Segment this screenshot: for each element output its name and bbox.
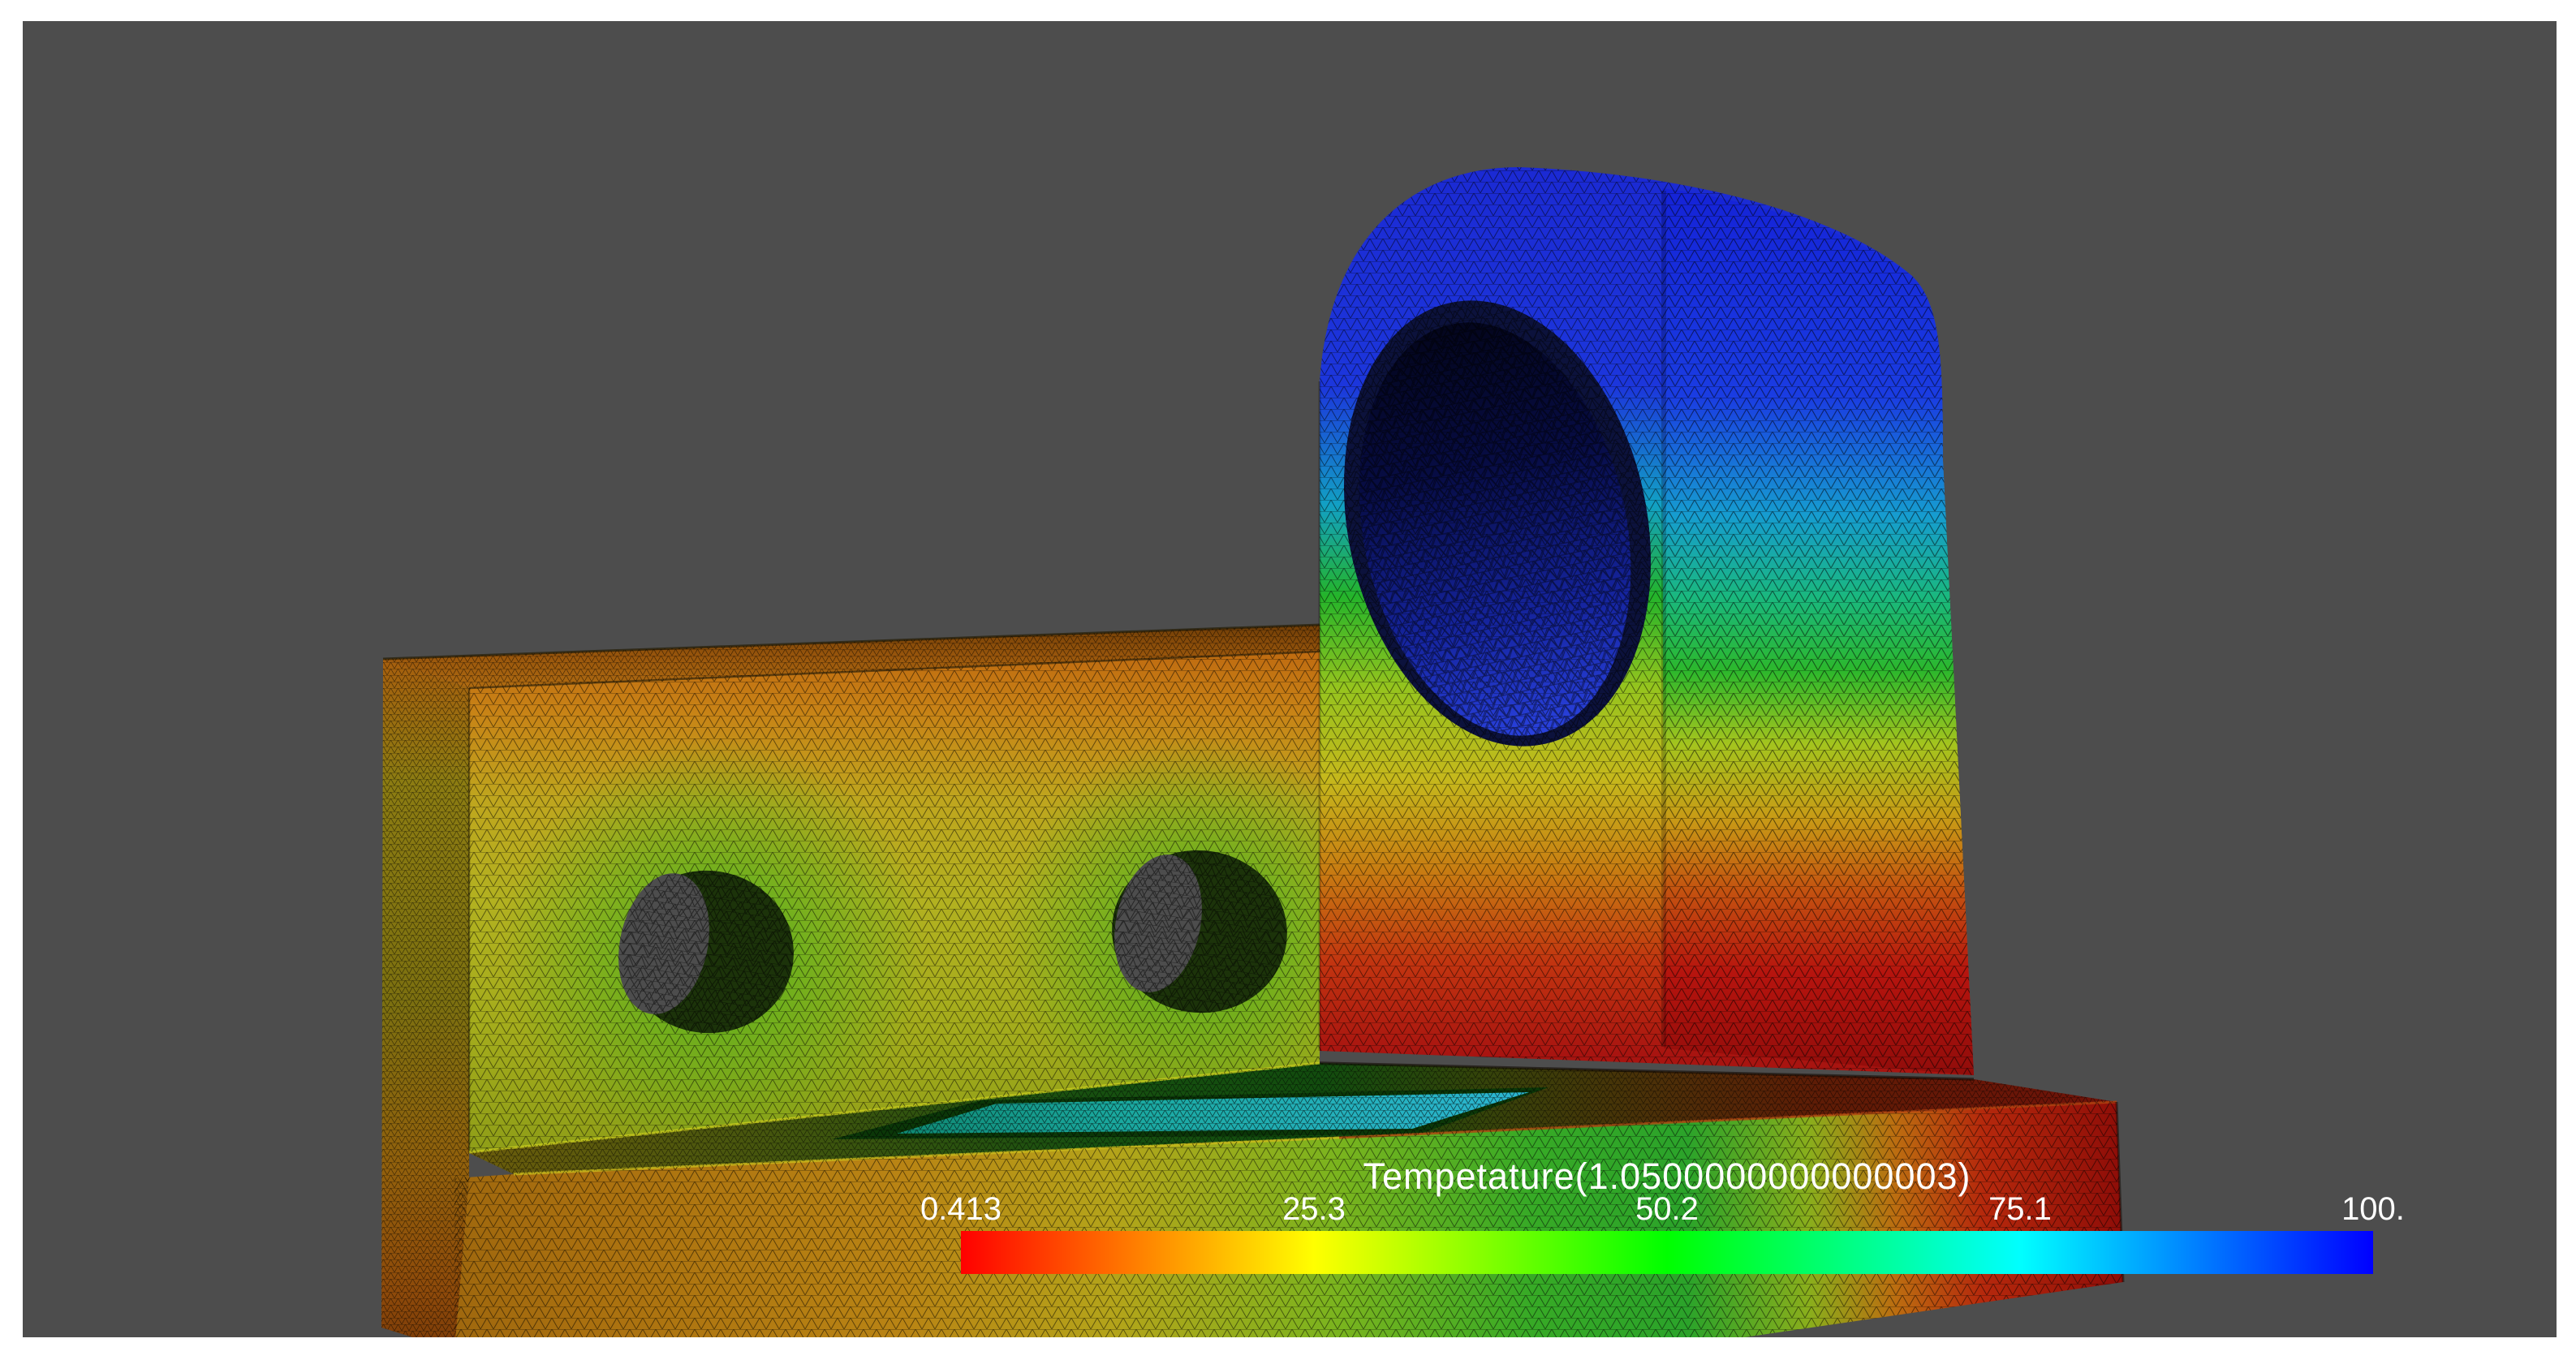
render-viewport[interactable] bbox=[23, 21, 2557, 1337]
scalar-bar-tick-4: 100. bbox=[2292, 1191, 2454, 1228]
scalar-bar-tick-1: 25.3 bbox=[1233, 1191, 1395, 1228]
scalar-bar-tick-0: 0.413 bbox=[880, 1191, 1042, 1228]
scalar-bar-tick-2: 50.2 bbox=[1586, 1191, 1748, 1228]
scalar-bar-gradient[interactable] bbox=[961, 1231, 2373, 1274]
scalar-bar-tick-3: 75.1 bbox=[1939, 1191, 2101, 1228]
scene-canvas bbox=[23, 21, 2557, 1337]
